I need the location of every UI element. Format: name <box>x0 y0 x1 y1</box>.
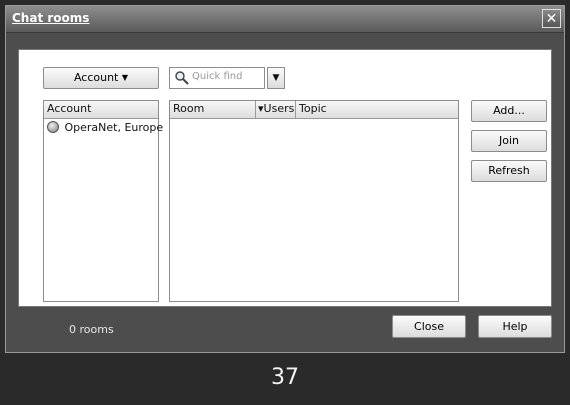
account-dropdown-button[interactable]: Account ▼ <box>43 67 159 89</box>
search-icon <box>174 70 190 86</box>
chat-rooms-dialog: Chat rooms ✕ Account ▼ Quick find ▼ Acco… <box>5 5 565 353</box>
join-button[interactable]: Join <box>471 130 547 152</box>
chevron-down-icon: ▼ <box>121 73 129 82</box>
title-bar[interactable]: Chat rooms ✕ <box>6 6 564 33</box>
search-dropdown-button[interactable]: ▼ <box>267 67 285 89</box>
account-button-label: Account <box>73 71 119 84</box>
close-icon[interactable]: ✕ <box>542 9 561 28</box>
account-list-header: Account <box>44 101 158 119</box>
column-header-users[interactable]: ▾Users <box>256 101 296 118</box>
column-header-topic[interactable]: Topic <box>296 101 458 118</box>
rooms-count-status: 0 rooms <box>69 323 114 336</box>
content-panel: Account ▼ Quick find ▼ Account OperaNet,… <box>18 49 552 307</box>
add-button[interactable]: Add... <box>471 100 547 122</box>
rooms-list-header: Room ▾Users Topic <box>170 101 458 119</box>
chat-bubble-icon <box>47 121 59 133</box>
refresh-button[interactable]: Refresh <box>471 160 547 182</box>
dialog-title: Chat rooms <box>12 11 90 25</box>
column-header-account[interactable]: Account <box>44 101 158 118</box>
account-item-label: OperaNet, Europe <box>64 121 164 134</box>
account-list[interactable]: Account OperaNet, Europe <box>43 100 163 302</box>
list-item[interactable]: OperaNet, Europe <box>47 121 163 134</box>
search-placeholder: Quick find <box>192 71 243 82</box>
column-header-room[interactable]: Room <box>170 101 256 118</box>
quick-find-input[interactable]: Quick find <box>169 67 265 89</box>
close-button[interactable]: Close <box>392 315 466 338</box>
help-button[interactable]: Help <box>478 315 552 338</box>
page-number: 37 <box>271 365 299 390</box>
rooms-list[interactable]: Room ▾Users Topic <box>169 100 459 302</box>
users-header-label: Users <box>263 102 295 115</box>
